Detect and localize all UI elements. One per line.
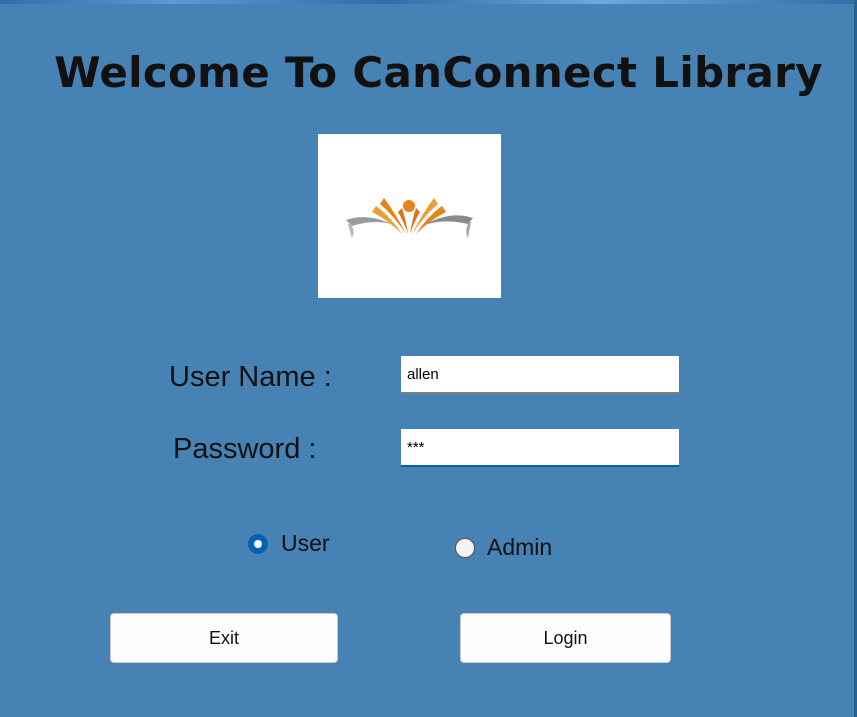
window-top-edge	[0, 0, 857, 4]
role-radio-user[interactable]: User	[248, 530, 330, 557]
library-logo	[318, 134, 501, 298]
exit-button[interactable]: Exit	[110, 613, 338, 663]
login-button[interactable]: Login	[460, 613, 671, 663]
role-radio-admin[interactable]: Admin	[455, 534, 552, 561]
username-label: User Name :	[169, 361, 332, 393]
radio-selected-icon[interactable]	[248, 533, 268, 554]
page-title: Welcome To CanConnect Library	[54, 48, 823, 97]
role-radio-admin-label: Admin	[487, 534, 553, 560]
radio-unselected-icon[interactable]	[455, 537, 475, 558]
username-field[interactable]	[401, 356, 679, 394]
open-book-reader-icon	[346, 198, 473, 238]
password-field[interactable]	[401, 429, 679, 467]
role-radio-user-label: User	[281, 530, 330, 556]
password-label: Password :	[173, 433, 317, 465]
